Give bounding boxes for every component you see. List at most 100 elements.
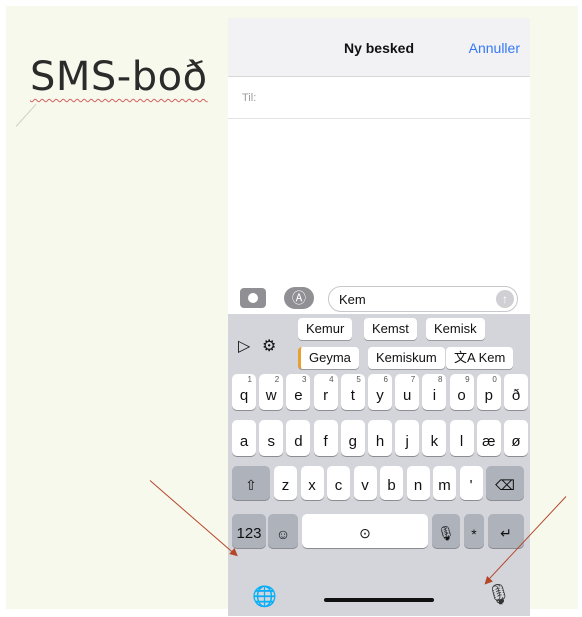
key-u[interactable]: 7u — [395, 374, 420, 410]
key-label: c — [334, 477, 343, 494]
slide-background: SMS-boð Ny besked Annuller Til: Ⓐ Kem ↑ … — [6, 6, 578, 616]
numbers-key[interactable]: 123 — [232, 514, 266, 548]
delete-key[interactable]: ⌫ — [486, 466, 524, 500]
key-label: a — [239, 433, 249, 450]
message-input[interactable]: Kem ↑ — [328, 286, 518, 312]
message-text: Kem — [339, 292, 366, 307]
key-c[interactable]: c — [327, 466, 350, 500]
prediction-chip[interactable]: Kemur — [298, 318, 353, 340]
key-b[interactable]: b — [380, 466, 403, 500]
shift-icon: ⇧ — [245, 477, 257, 493]
send-arrow-icon[interactable]: ↑ — [496, 290, 514, 308]
key-number-hint: 5 — [356, 375, 361, 384]
home-indicator — [324, 598, 434, 602]
key-x[interactable]: x — [300, 466, 324, 500]
key-number-hint: 9 — [465, 375, 470, 384]
key-label: r — [323, 387, 329, 404]
key-f[interactable]: f — [313, 420, 338, 456]
keyboard: ▷ ⚙ Kemur Kemst Kemisk Geyma Kemiskum 文A… — [228, 314, 530, 616]
key-q[interactable]: 1q — [232, 374, 256, 410]
mic-icon: 🎙 — [437, 525, 455, 541]
key-label: ø — [511, 433, 521, 450]
key-number-hint: 7 — [410, 375, 416, 384]
key-p[interactable]: 0p — [476, 374, 501, 410]
key-label: o — [457, 387, 466, 404]
key-n[interactable]: n — [406, 466, 430, 500]
nav-bar: Ny besked Annuller — [228, 18, 530, 77]
key-label: d — [294, 433, 303, 450]
gear-icon[interactable]: ⚙ — [262, 336, 276, 356]
key-z[interactable]: z — [274, 466, 297, 500]
key-label: v — [361, 477, 369, 494]
punct-key[interactable]: * — [464, 514, 484, 548]
key-a[interactable]: a — [232, 420, 256, 456]
key-l[interactable]: l — [449, 420, 474, 456]
key-label: n — [413, 477, 423, 494]
key-label: k — [430, 433, 439, 450]
key-g[interactable]: g — [340, 420, 365, 456]
emoji-icon: ☺ — [275, 526, 291, 542]
key-ð[interactable]: ð — [504, 374, 528, 410]
prediction-chip[interactable]: 文A Kem — [446, 347, 514, 369]
prediction-chip[interactable]: Kemiskum — [368, 347, 445, 369]
key-o[interactable]: 9o — [449, 374, 474, 410]
key-æ[interactable]: æ — [476, 420, 501, 456]
cancel-button[interactable]: Annuller — [469, 40, 520, 56]
globe-icon[interactable]: 🌐 — [252, 584, 277, 609]
space-icon: ⊙ — [359, 525, 371, 541]
key-y[interactable]: 6y — [368, 374, 392, 410]
key-'[interactable]: ' — [459, 466, 483, 500]
play-icon[interactable]: ▷ — [238, 336, 250, 356]
annotation-arrow-left — [149, 480, 237, 556]
key-k[interactable]: k — [422, 420, 447, 456]
dictation-icon[interactable]: 🎙 — [486, 582, 511, 607]
key-label: s — [267, 433, 275, 450]
key-w[interactable]: 2w — [259, 374, 284, 410]
camera-icon[interactable] — [240, 288, 266, 308]
key-v[interactable]: v — [353, 466, 377, 500]
emoji-key[interactable]: ☺ — [268, 514, 298, 548]
shift-key[interactable]: ⇧ — [232, 466, 270, 500]
key-label: g — [348, 433, 357, 450]
key-d[interactable]: d — [286, 420, 311, 456]
key-label: h — [375, 433, 385, 450]
key-label: q — [239, 387, 249, 404]
key-m[interactable]: m — [433, 466, 456, 500]
key-ø[interactable]: ø — [504, 420, 528, 456]
key-i[interactable]: 8i — [422, 374, 447, 410]
mic-key[interactable]: 🎙 — [432, 514, 460, 548]
key-label: m — [438, 477, 451, 494]
prediction-chip[interactable]: Geyma — [298, 347, 359, 369]
return-key[interactable]: ↵ — [488, 514, 524, 548]
key-label: b — [387, 477, 396, 494]
key-label: æ — [482, 433, 496, 450]
key-number-hint: 1 — [247, 375, 252, 384]
key-label: i — [432, 387, 437, 404]
key-label: ð — [511, 387, 521, 404]
decorative-line — [15, 103, 37, 127]
key-t[interactable]: 5t — [340, 374, 365, 410]
key-label: w — [265, 387, 277, 404]
key-label: p — [484, 387, 493, 404]
recipient-field[interactable]: Til: — [228, 78, 530, 119]
prediction-chip[interactable]: Kemisk — [426, 318, 485, 340]
prediction-chip[interactable]: Kemst — [364, 318, 417, 340]
key-label: u — [403, 387, 412, 404]
numbers-key-label: 123 — [236, 525, 262, 542]
key-r[interactable]: 4r — [313, 374, 338, 410]
key-number-hint: 3 — [301, 375, 307, 384]
to-label: Til: — [242, 92, 257, 104]
key-h[interactable]: h — [368, 420, 392, 456]
space-key[interactable]: ⊙ — [302, 514, 428, 548]
key-s[interactable]: s — [259, 420, 284, 456]
key-number-hint: 2 — [274, 375, 280, 384]
app-store-icon[interactable]: Ⓐ — [284, 287, 314, 309]
key-j[interactable]: j — [395, 420, 420, 456]
key-number-hint: 6 — [383, 375, 388, 384]
key-e[interactable]: 3e — [286, 374, 311, 410]
key-label: x — [308, 477, 316, 494]
key-number-hint: 8 — [437, 375, 443, 384]
key-label: e — [294, 387, 303, 404]
phone-screen: Ny besked Annuller Til: Ⓐ Kem ↑ ▷ ⚙ Kemu… — [228, 18, 530, 616]
key-label: t — [350, 387, 355, 404]
